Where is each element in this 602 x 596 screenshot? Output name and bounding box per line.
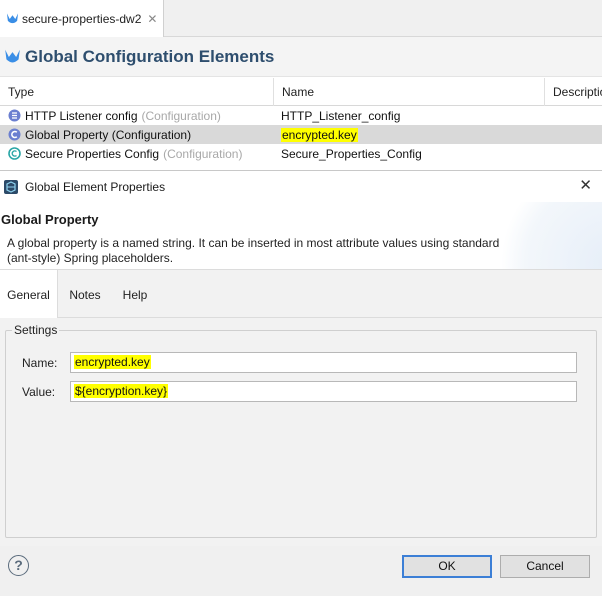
dialog-tabs: General Notes Help xyxy=(0,270,602,319)
row-name: HTTP_Listener_config xyxy=(281,108,401,123)
tab-general[interactable]: General xyxy=(0,270,58,319)
editor-tab-secure-properties[interactable]: secure-properties-dw2 ✕ xyxy=(0,0,164,37)
global-property-icon xyxy=(8,128,21,141)
dialog-body: General Notes Help Settings Name: encryp… xyxy=(0,269,602,547)
mule-icon xyxy=(5,49,20,62)
help-icon[interactable]: ? xyxy=(8,555,29,576)
http-listener-icon xyxy=(8,109,21,122)
dialog-footer: ? OK Cancel xyxy=(0,546,602,596)
row-type: Secure Properties Config xyxy=(25,146,160,161)
close-icon[interactable]: ✕ xyxy=(579,178,592,194)
close-tab-icon[interactable]: ✕ xyxy=(147,12,157,26)
mule-icon xyxy=(6,12,19,23)
settings-legend: Settings xyxy=(12,323,60,337)
table-row[interactable]: HTTP Listener config (Configuration) HTT… xyxy=(0,106,602,125)
anypoint-studio-icon xyxy=(4,179,18,194)
table-header: Type Name Description xyxy=(0,78,602,106)
global-config-table: Type Name Description HTTP Listener conf… xyxy=(0,78,602,170)
row-name: Secure_Properties_Config xyxy=(281,146,422,161)
dialog-titlebar[interactable]: Global Element Properties ✕ xyxy=(0,171,602,202)
ok-button[interactable]: OK xyxy=(402,555,492,578)
general-panel: Settings Name: encrypted.key Value: ${en… xyxy=(0,318,602,547)
dialog-heading: Global Property xyxy=(1,212,99,227)
value-label: Value: xyxy=(22,385,56,399)
value-field[interactable]: ${encryption.key} xyxy=(70,381,577,402)
editor-tab-bar: secure-properties-dw2 ✕ xyxy=(0,0,602,37)
tab-notes[interactable]: Notes xyxy=(58,270,112,318)
dialog-description: A global property is a named string. It … xyxy=(7,236,500,265)
column-header-type[interactable]: Type xyxy=(0,78,274,106)
global-config-header: Global Configuration Elements xyxy=(0,37,602,77)
table-row-selected[interactable]: Global Property (Configuration) encrypte… xyxy=(0,125,602,144)
name-field-value: encrypted.key xyxy=(74,355,151,369)
settings-group: Settings Name: encrypted.key Value: ${en… xyxy=(5,323,597,538)
row-type: Global Property (Configuration) xyxy=(25,127,192,142)
name-label: Name: xyxy=(22,356,58,370)
dialog-banner: Global Property A global property is a n… xyxy=(0,202,602,269)
table-row[interactable]: Secure Properties Config (Configuration)… xyxy=(0,144,602,163)
value-field-value: ${encryption.key} xyxy=(74,384,169,398)
column-header-description[interactable]: Description xyxy=(545,78,602,106)
row-type-kind: (Configuration) xyxy=(141,108,221,123)
editor-tab-label: secure-properties-dw2 xyxy=(22,11,142,26)
row-type: HTTP Listener config xyxy=(25,108,138,123)
secure-properties-icon xyxy=(8,147,21,160)
row-type-kind: (Configuration) xyxy=(163,146,243,161)
cancel-button[interactable]: Cancel xyxy=(500,555,590,578)
dialog-title: Global Element Properties xyxy=(25,179,166,194)
column-header-name[interactable]: Name xyxy=(274,78,545,106)
name-field[interactable]: encrypted.key xyxy=(70,352,577,373)
row-name: encrypted.key xyxy=(281,127,358,142)
tab-help[interactable]: Help xyxy=(112,270,158,318)
global-config-title: Global Configuration Elements xyxy=(25,46,275,66)
global-element-properties-dialog: Global Element Properties ✕ Global Prope… xyxy=(0,170,602,596)
